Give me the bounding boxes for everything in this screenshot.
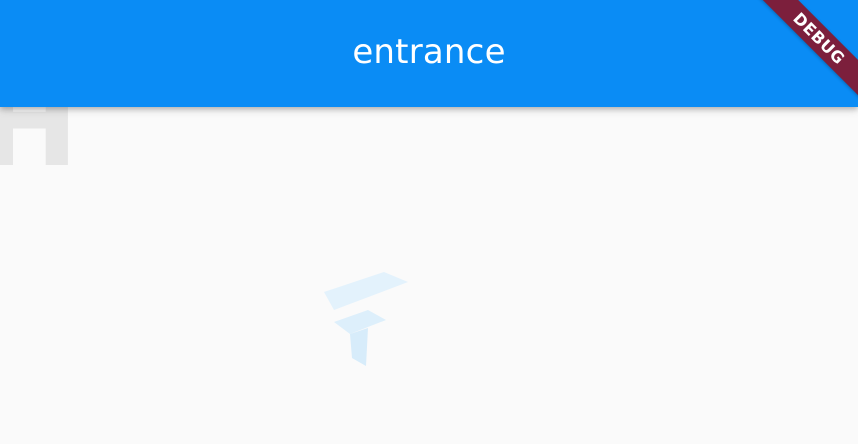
main-content: H xyxy=(0,107,858,444)
flutter-logo-icon xyxy=(324,272,408,366)
app-window: entrance H DEBUG xyxy=(0,0,858,444)
page-title: entrance xyxy=(352,32,506,72)
background-watermark-letter: H xyxy=(0,107,79,193)
app-bar: entrance xyxy=(0,0,858,107)
